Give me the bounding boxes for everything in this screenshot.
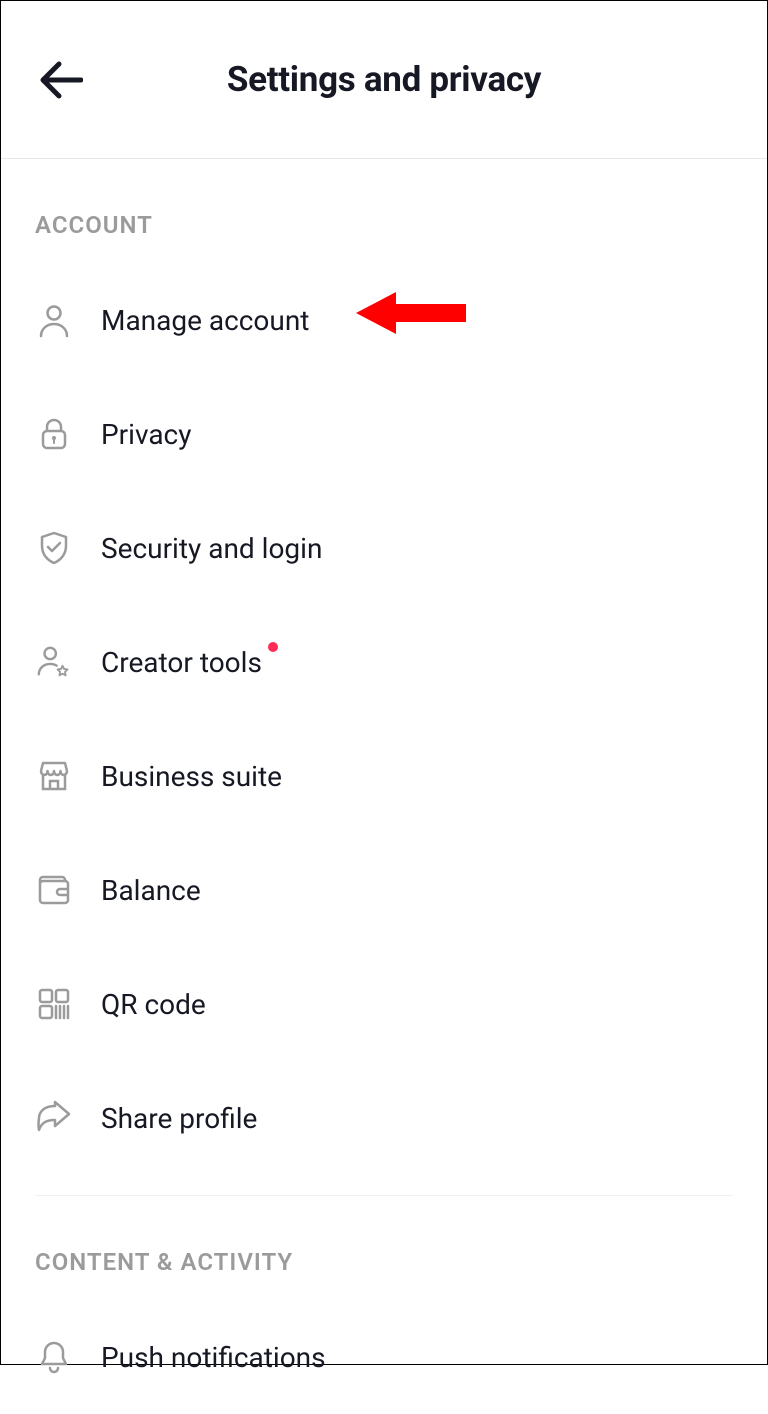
page-title: Settings and privacy [1, 59, 767, 100]
share-icon [35, 1099, 73, 1137]
menu-label: Push notifications [101, 1341, 326, 1374]
menu-label: Business suite [101, 760, 282, 793]
menu-item-qr-code[interactable]: QR code [35, 947, 733, 1061]
menu-item-balance[interactable]: Balance [35, 833, 733, 947]
menu-label: Manage account [101, 304, 309, 337]
menu-item-privacy[interactable]: Privacy [35, 377, 733, 491]
menu-label: Creator tools [101, 646, 262, 679]
person-star-icon [35, 643, 73, 681]
menu-item-manage-account[interactable]: Manage account [35, 263, 733, 377]
menu-item-share-profile[interactable]: Share profile [35, 1061, 733, 1175]
menu-label: Share profile [101, 1102, 257, 1135]
menu-label: QR code [101, 988, 206, 1021]
settings-content: ACCOUNT Manage account Privacy [1, 159, 767, 1414]
menu-item-creator-tools[interactable]: Creator tools [35, 605, 733, 719]
section-header-account: ACCOUNT [35, 159, 733, 263]
lock-icon [35, 415, 73, 453]
menu-label: Balance [101, 874, 201, 907]
menu-label: Security and login [101, 532, 322, 565]
menu-item-push-notifications[interactable]: Push notifications [35, 1300, 733, 1414]
qr-code-icon [35, 985, 73, 1023]
shield-icon [35, 529, 73, 567]
wallet-icon [35, 871, 73, 909]
header: Settings and privacy [1, 1, 767, 159]
menu-item-business-suite[interactable]: Business suite [35, 719, 733, 833]
section-header-content-activity: CONTENT & ACTIVITY [35, 1196, 733, 1300]
menu-label: Privacy [101, 418, 191, 451]
bell-icon [35, 1338, 73, 1376]
notification-dot [268, 642, 278, 652]
back-button[interactable] [35, 54, 87, 106]
menu-label-text: Creator tools [101, 646, 262, 679]
menu-item-security[interactable]: Security and login [35, 491, 733, 605]
arrow-left-icon [39, 58, 83, 102]
storefront-icon [35, 757, 73, 795]
person-icon [35, 301, 73, 339]
